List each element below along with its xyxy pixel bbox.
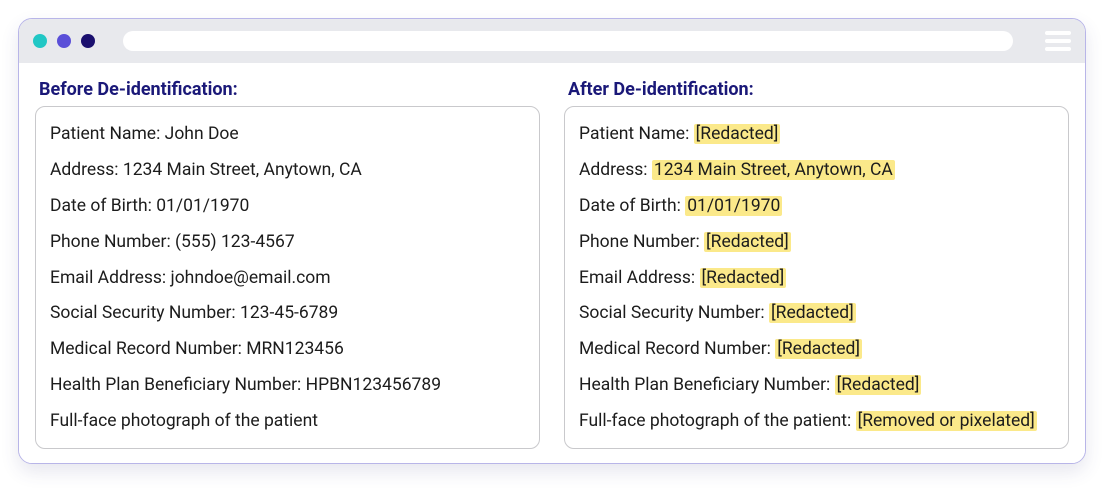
before-row-label: Full-face photograph of the patient (50, 411, 318, 431)
after-row-label: Phone Number: (579, 232, 704, 252)
before-row-label: Phone Number: (50, 232, 175, 252)
before-row-value: MRN123456 (246, 339, 344, 359)
after-row-value: [Redacted] (775, 339, 862, 359)
after-row-value: [Redacted] (700, 268, 787, 288)
before-row-value: (555) 123-4567 (175, 232, 295, 252)
after-row: Medical Record Number: [Redacted] (579, 332, 1054, 368)
before-row-value: 01/01/1970 (156, 196, 249, 216)
after-row-label: Address: (579, 160, 652, 180)
after-row-value: [Redacted] (694, 124, 781, 144)
after-row-label: Email Address: (579, 268, 700, 288)
after-row: Phone Number: [Redacted] (579, 225, 1054, 261)
after-title: After De-identification: (568, 79, 1069, 100)
after-row: Address: 1234 Main Street, Anytown, CA (579, 153, 1054, 189)
before-row-label: Email Address: (50, 268, 171, 288)
browser-window: Before De-identification: Patient Name: … (18, 18, 1086, 464)
after-row-label: Health Plan Beneficiary Number: (579, 375, 835, 395)
before-column: Before De-identification: Patient Name: … (35, 79, 540, 449)
after-row: Date of Birth: 01/01/1970 (579, 189, 1054, 225)
menu-icon[interactable] (1045, 31, 1071, 51)
after-row: Email Address: [Redacted] (579, 261, 1054, 297)
after-row-value: [Redacted] (835, 375, 922, 395)
before-row: Full-face photograph of the patient (50, 404, 525, 440)
address-bar[interactable] (123, 31, 1013, 51)
before-panel: Patient Name: John DoeAddress: 1234 Main… (35, 106, 540, 449)
after-row-label: Patient Name: (579, 124, 694, 144)
before-row-value: johndoe@email.com (171, 268, 331, 288)
before-row-value: John Doe (165, 124, 239, 144)
after-row: Social Security Number: [Redacted] (579, 296, 1054, 332)
before-row-value: HPBN123456789 (306, 375, 441, 395)
before-row: Health Plan Beneficiary Number: HPBN1234… (50, 368, 525, 404)
after-row: Patient Name: [Redacted] (579, 117, 1054, 153)
after-row: Health Plan Beneficiary Number: [Redacte… (579, 368, 1054, 404)
before-row-label: Medical Record Number: (50, 339, 246, 359)
before-row-label: Date of Birth: (50, 196, 156, 216)
after-row-label: Full-face photograph of the patient: (579, 411, 856, 431)
after-row-label: Date of Birth: (579, 196, 685, 216)
before-row-label: Health Plan Beneficiary Number: (50, 375, 306, 395)
after-row-value: [Redacted] (704, 232, 791, 252)
before-row: Email Address: johndoe@email.com (50, 261, 525, 297)
after-row-value: [Removed or pixelated] (856, 411, 1037, 431)
before-title: Before De-identification: (39, 79, 540, 100)
before-row-label: Address: (50, 160, 123, 180)
before-row: Address: 1234 Main Street, Anytown, CA (50, 153, 525, 189)
content-area: Before De-identification: Patient Name: … (19, 63, 1085, 463)
window-dot-3 (81, 34, 95, 48)
before-row-label: Social Security Number: (50, 303, 240, 323)
after-row-value: [Redacted] (769, 303, 856, 323)
before-row: Date of Birth: 01/01/1970 (50, 189, 525, 225)
window-dot-2 (57, 34, 71, 48)
window-titlebar (19, 19, 1085, 63)
before-row: Patient Name: John Doe (50, 117, 525, 153)
after-row-label: Social Security Number: (579, 303, 769, 323)
after-row-value: 01/01/1970 (685, 196, 782, 216)
after-row-value: 1234 Main Street, Anytown, CA (652, 160, 895, 180)
before-row: Phone Number: (555) 123-4567 (50, 225, 525, 261)
window-dot-1 (33, 34, 47, 48)
before-row-value: 1234 Main Street, Anytown, CA (123, 160, 362, 180)
after-column: After De-identification: Patient Name: [… (564, 79, 1069, 449)
before-row: Medical Record Number: MRN123456 (50, 332, 525, 368)
before-row: Social Security Number: 123-45-6789 (50, 296, 525, 332)
after-row: Full-face photograph of the patient: [Re… (579, 404, 1054, 440)
before-row-label: Patient Name: (50, 124, 165, 144)
after-row-label: Medical Record Number: (579, 339, 775, 359)
after-panel: Patient Name: [Redacted]Address: 1234 Ma… (564, 106, 1069, 449)
before-row-value: 123-45-6789 (240, 303, 338, 323)
